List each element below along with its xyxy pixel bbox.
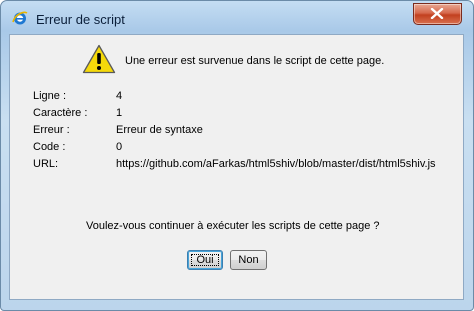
script-error-dialog: Erreur de script Une erreur est survenue…: [0, 0, 474, 311]
no-button-label: Non: [238, 254, 259, 266]
detail-label: URL:: [33, 158, 59, 170]
detail-label: Code :: [33, 141, 66, 153]
detail-value: 4: [116, 90, 123, 102]
detail-label: Caractère :: [33, 107, 88, 119]
yes-button-label: Oui: [196, 254, 214, 266]
close-icon: [430, 8, 444, 19]
internet-explorer-icon: [12, 10, 28, 26]
detail-value: Erreur de syntaxe: [116, 124, 203, 136]
yes-button[interactable]: Oui: [187, 250, 223, 270]
detail-label: Erreur :: [33, 124, 70, 136]
continue-question: Voulez-vous continuer à exécuter les scr…: [86, 220, 380, 232]
dialog-body: Une erreur est survenue dans le script d…: [9, 34, 464, 300]
warning-icon: [82, 44, 116, 74]
window-title: Erreur de script: [36, 12, 125, 27]
detail-value: 0: [116, 141, 123, 153]
close-button[interactable]: [413, 3, 462, 25]
error-message: Une erreur est survenue dans le script d…: [125, 55, 385, 67]
detail-label: Ligne :: [33, 90, 67, 102]
detail-value: https://github.com/aFarkas/html5shiv/blo…: [116, 158, 436, 170]
detail-value: 1: [116, 107, 123, 119]
title-bar[interactable]: Erreur de script: [1, 1, 473, 33]
no-button[interactable]: Non: [230, 250, 267, 270]
